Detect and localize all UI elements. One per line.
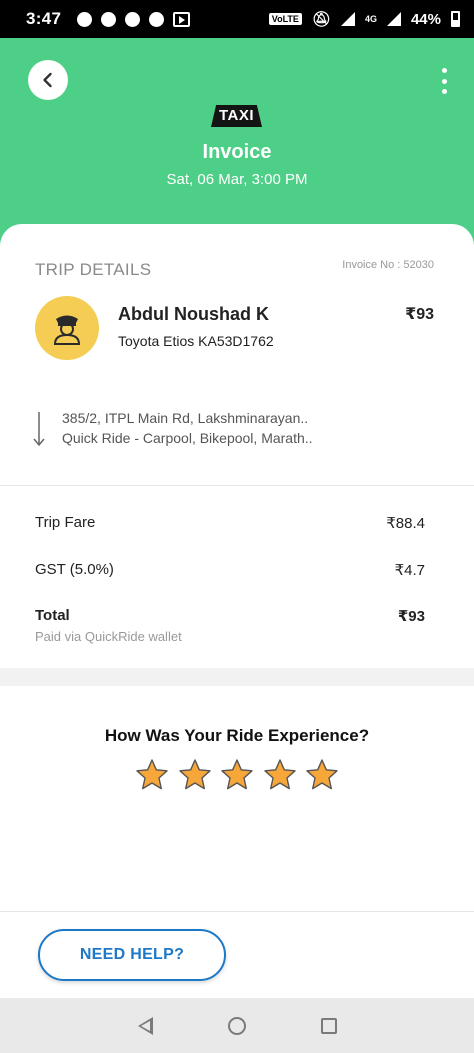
driver-avatar: [35, 296, 99, 360]
taxi-badge: TAXI: [211, 105, 262, 127]
mute-icon: 🔕︎: [311, 11, 331, 28]
total-value: ₹93: [397, 608, 425, 625]
star-icon[interactable]: [135, 758, 169, 792]
invoice-date: Sat, 06 Mar, 3:00 PM: [166, 171, 308, 188]
trip-details-label: TRIP DETAILS: [35, 260, 152, 279]
jio-icon: [149, 11, 165, 27]
invoice-card: TRIP DETAILS Invoice No : 52030 Abdul No…: [0, 224, 474, 1053]
volte-indicator: VoLTE: [268, 13, 302, 25]
star-icon[interactable]: [263, 758, 297, 792]
fare-row-total: Total ₹93: [35, 607, 425, 625]
jio-icon: [125, 11, 141, 27]
status-time: 3:47: [26, 9, 62, 28]
drop-address: Quick Ride - Carpool, Bikepool, Marath..: [62, 430, 313, 446]
trip-amount: ₹93: [405, 306, 434, 323]
divider: [0, 485, 474, 486]
star-icon[interactable]: [305, 758, 339, 792]
total-label: Total: [35, 607, 70, 624]
invoice-number: Invoice No : 52030: [342, 259, 434, 271]
fare-value: ₹88.4: [386, 515, 425, 532]
driver-icon: [53, 315, 81, 345]
network-type: 4G: [364, 14, 377, 24]
vehicle-info: Toyota Etios KA53D1762: [118, 333, 274, 349]
more-options-icon[interactable]: [436, 68, 452, 94]
system-icons: VoLTE 🔕︎ 4G 44%: [268, 10, 460, 28]
star-icon[interactable]: [220, 758, 254, 792]
video-icon: [173, 11, 191, 27]
chat-bubble-icon: [77, 11, 93, 27]
jio-icon: [101, 11, 117, 27]
star-icon[interactable]: [178, 758, 212, 792]
divider: [0, 911, 474, 912]
payment-method: Paid via QuickRide wallet: [35, 629, 182, 644]
nav-back-icon[interactable]: [137, 1016, 153, 1035]
fare-label: Trip Fare: [35, 514, 96, 531]
route-arrow-icon: [33, 412, 45, 447]
chevron-left-icon: [43, 72, 52, 88]
need-help-button[interactable]: NEED HELP?: [38, 929, 226, 981]
system-nav-bar: [0, 998, 474, 1053]
fare-row-trip-fare: Trip Fare ₹88.4: [35, 514, 425, 532]
battery-icon: [451, 11, 460, 27]
fare-row-gst: GST (5.0%) ₹4.7: [35, 561, 425, 579]
driver-name: Abdul Noushad K: [118, 304, 269, 324]
nav-recents-icon[interactable]: [320, 1017, 337, 1034]
signal-icon: [386, 12, 401, 26]
star-rating: [135, 758, 339, 792]
pickup-address: 385/2, ITPL Main Rd, Lakshminarayan..: [62, 410, 309, 426]
battery-percent: 44%: [410, 10, 441, 28]
signal-icon: [340, 12, 355, 26]
notification-icons: [77, 11, 191, 27]
page-title: Invoice: [202, 141, 272, 163]
status-bar: 3:47 VoLTE 🔕︎ 4G 44%: [0, 0, 474, 38]
section-separator: [0, 668, 474, 686]
back-button[interactable]: [28, 60, 68, 100]
rating-question: How Was Your Ride Experience?: [104, 726, 370, 745]
fare-label: GST (5.0%): [35, 561, 114, 578]
nav-home-icon[interactable]: [227, 1016, 246, 1035]
fare-value: ₹4.7: [394, 562, 425, 579]
